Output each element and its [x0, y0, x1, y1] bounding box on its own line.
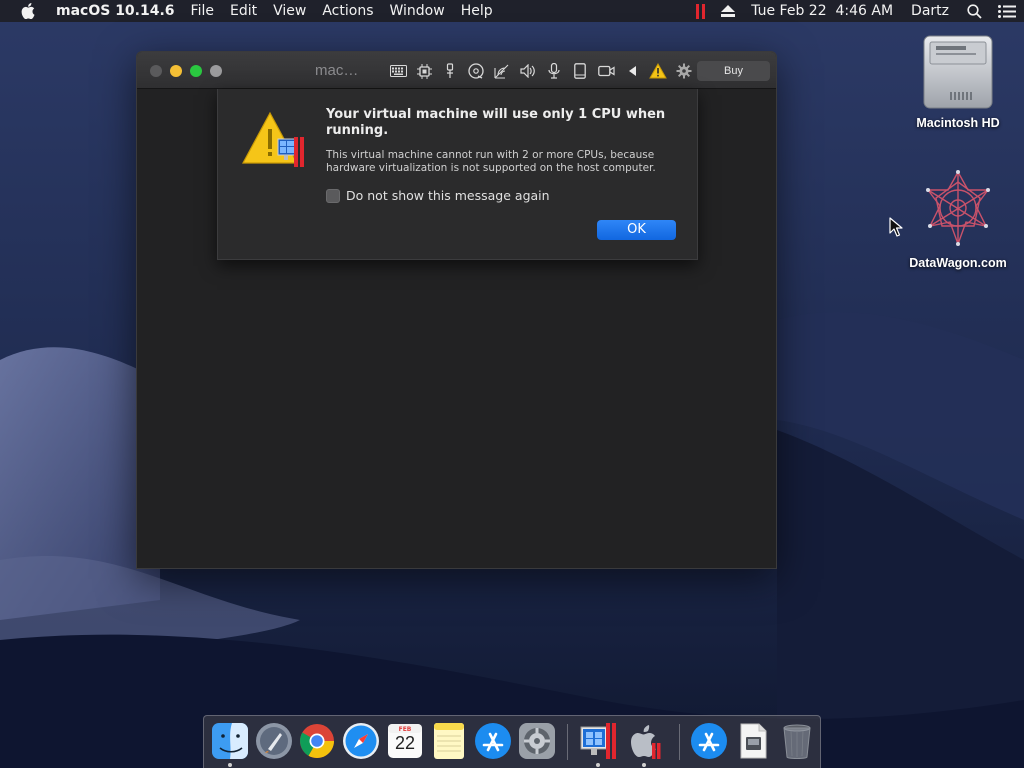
- running-indicator: [596, 763, 600, 767]
- calendar-month: FEB: [398, 726, 412, 733]
- finder-icon[interactable]: [210, 721, 250, 761]
- usb-icon[interactable]: [437, 62, 463, 80]
- menu-actions[interactable]: Actions: [314, 3, 381, 19]
- buy-button[interactable]: Buy: [697, 61, 770, 81]
- menu-file[interactable]: File: [183, 3, 222, 19]
- cpu-icon[interactable]: [411, 62, 437, 80]
- checkbox-label: Do not show this message again: [346, 188, 550, 203]
- datawagon-logo-icon: [926, 170, 990, 247]
- tablet-icon[interactable]: [567, 62, 593, 80]
- desktop-icon-label: DataWagon.com: [909, 256, 1007, 270]
- system-preferences-icon[interactable]: [517, 721, 557, 761]
- menu-help[interactable]: Help: [453, 3, 501, 19]
- file-icon[interactable]: [733, 721, 773, 761]
- apple-menu-icon[interactable]: [0, 3, 56, 19]
- eject-icon[interactable]: [721, 5, 736, 17]
- microphone-icon[interactable]: [541, 62, 567, 80]
- menu-user[interactable]: Dartz: [909, 3, 951, 19]
- checkbox-box[interactable]: [326, 188, 340, 203]
- network-icon[interactable]: [489, 62, 515, 80]
- dialog-title: Your virtual machine will use only 1 CPU…: [326, 107, 666, 138]
- fullscreen-button[interactable]: [210, 65, 222, 77]
- hard-drive-icon: [923, 35, 993, 109]
- desktop-icon-datawagon[interactable]: DataWagon.com: [898, 168, 1018, 270]
- dialog-message: This virtual machine cannot run with 2 o…: [326, 149, 656, 174]
- notification-center-icon[interactable]: [998, 4, 1016, 18]
- dock-separator: [567, 724, 568, 760]
- notes-icon[interactable]: [429, 721, 469, 761]
- cd-icon[interactable]: [463, 62, 489, 80]
- keyboard-icon[interactable]: [385, 62, 411, 80]
- chrome-icon[interactable]: [297, 721, 337, 761]
- app-store-icon[interactable]: [473, 721, 513, 761]
- mouse-cursor-icon: [889, 217, 903, 237]
- gear-icon[interactable]: [671, 62, 697, 80]
- running-indicator: [642, 763, 646, 767]
- app-store-downloads-icon[interactable]: [689, 721, 729, 761]
- vm-window: mac… Buy Your virtual machine will use o…: [136, 51, 777, 569]
- spotlight-search-icon[interactable]: [967, 3, 982, 19]
- calendar-day: 22: [394, 733, 416, 753]
- menu-view[interactable]: View: [265, 3, 314, 19]
- desktop-icon-label: Macintosh HD: [916, 116, 1000, 130]
- trash-icon[interactable]: [777, 721, 817, 761]
- menu-window[interactable]: Window: [381, 3, 452, 19]
- menu-bar: macOS 10.14.6 File Edit View Actions Win…: [0, 0, 1024, 22]
- window-title: mac…: [315, 62, 359, 79]
- launchpad-icon[interactable]: [254, 721, 294, 761]
- macos-installer-icon[interactable]: [624, 721, 664, 761]
- vm-toolbar: [385, 62, 697, 80]
- warning-icon[interactable]: [645, 62, 671, 80]
- dock: FEB 22: [203, 715, 821, 768]
- parallels-status-icon[interactable]: [696, 3, 706, 19]
- safari-icon[interactable]: [341, 721, 381, 761]
- cpu-warning-dialog: Your virtual machine will use only 1 CPU…: [217, 89, 698, 260]
- camera-icon[interactable]: [593, 62, 619, 80]
- play-left-icon[interactable]: [619, 62, 645, 80]
- menu-datetime[interactable]: Tue Feb 22 4:46 AM: [751, 3, 893, 19]
- close-button[interactable]: [150, 65, 162, 77]
- zoom-button[interactable]: [190, 65, 202, 77]
- warning-parallels-icon: [242, 111, 304, 167]
- do-not-show-again-checkbox[interactable]: Do not show this message again: [326, 188, 550, 203]
- menu-edit[interactable]: Edit: [222, 3, 265, 19]
- running-indicator: [228, 763, 232, 767]
- dock-separator: [679, 724, 680, 760]
- menu-app-name[interactable]: macOS 10.14.6: [56, 3, 183, 19]
- window-titlebar[interactable]: mac… Buy: [137, 52, 776, 89]
- ok-button[interactable]: OK: [597, 220, 676, 240]
- minimize-button[interactable]: [170, 65, 182, 77]
- calendar-icon[interactable]: FEB 22: [385, 721, 425, 761]
- desktop-icon-macintosh-hd[interactable]: Macintosh HD: [898, 32, 1018, 130]
- speaker-icon[interactable]: [515, 62, 541, 80]
- parallels-desktop-icon[interactable]: [578, 721, 618, 761]
